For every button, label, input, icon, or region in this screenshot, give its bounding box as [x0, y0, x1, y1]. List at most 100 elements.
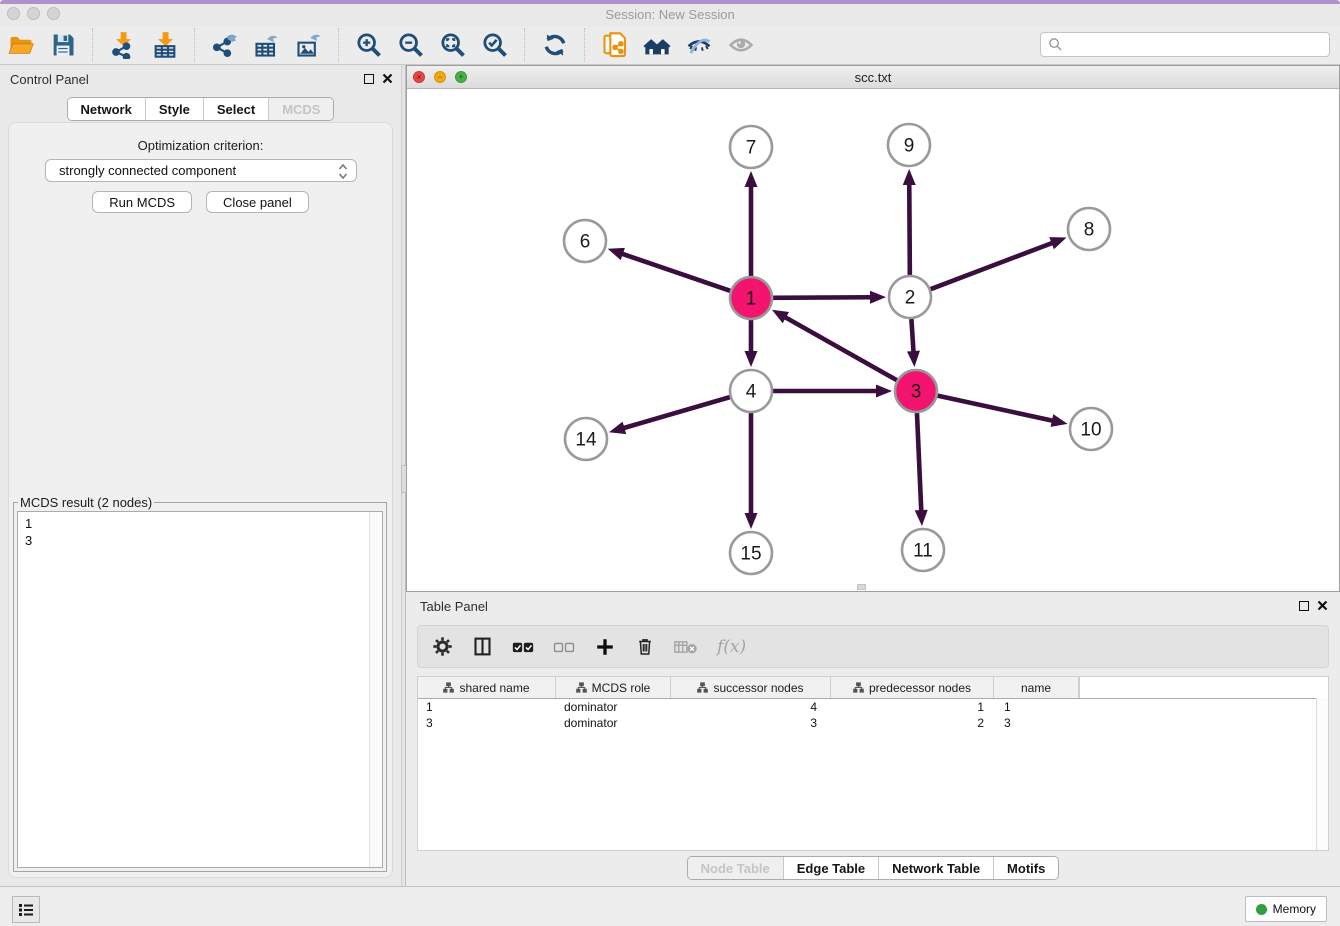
graph-node-4[interactable]: 4	[730, 370, 772, 412]
graph-edge-2-9[interactable]	[903, 169, 916, 275]
refresh-layout-icon[interactable]	[540, 30, 570, 60]
table-cell: 2	[831, 716, 994, 730]
graph-edge-3-1[interactable]	[772, 310, 897, 380]
memory-label: Memory	[1273, 902, 1316, 916]
clone-network-icon[interactable]	[600, 30, 630, 60]
open-session-icon[interactable]	[6, 30, 36, 60]
float-table-panel-icon[interactable]	[1299, 601, 1309, 611]
tab-style[interactable]: Style	[145, 98, 203, 120]
tab-select[interactable]: Select	[203, 98, 268, 120]
zoom-fit-icon[interactable]	[438, 30, 468, 60]
first-neighbors-icon[interactable]	[642, 30, 672, 60]
table-panel: Table Panel	[406, 592, 1340, 886]
zoom-in-icon[interactable]	[354, 30, 384, 60]
graph-edge-1-2[interactable]	[773, 291, 886, 304]
tab-network[interactable]: Network	[68, 98, 145, 120]
graph-edge-2-8[interactable]	[931, 237, 1067, 289]
graph-node-14[interactable]: 14	[565, 418, 607, 460]
tab-node-table[interactable]: Node Table	[688, 857, 783, 879]
mcds-result-box: 1 3	[17, 511, 383, 868]
search-box	[1040, 32, 1330, 57]
graph-node-9[interactable]: 9	[888, 124, 930, 166]
graph-edge-1-7[interactable]	[745, 171, 758, 276]
table-row[interactable]: 3dominator323	[418, 715, 1328, 731]
network-canvas-svg: 7 9 6 8 1 2 4 3 14 10 15 11	[407, 89, 1339, 591]
network-window-resize-grip[interactable]	[857, 584, 866, 590]
titlebar: Session: New Session	[0, 4, 1340, 26]
graph-node-8[interactable]: 8	[1068, 208, 1110, 250]
graph-node-label: 8	[1084, 220, 1095, 241]
sort-icon	[576, 682, 587, 693]
table-row[interactable]: 1dominator411	[418, 699, 1328, 715]
select-stepper-icon	[336, 162, 350, 184]
column-header-MCDS-role[interactable]: MCDS role	[556, 677, 671, 698]
search-input[interactable]	[1063, 37, 1329, 52]
graph-edge-4-15[interactable]	[745, 413, 758, 529]
table-cell: 4	[671, 700, 831, 714]
tab-motifs[interactable]: Motifs	[993, 857, 1058, 879]
mcds-tab-content: Optimization criterion: strongly connect…	[8, 122, 393, 878]
graph-node-10[interactable]: 10	[1070, 408, 1112, 450]
graph-edge-4-14[interactable]	[609, 397, 730, 434]
graph-node-1[interactable]: 1	[730, 277, 772, 319]
graph-node-label: 11	[913, 541, 933, 562]
add-column-icon[interactable]	[594, 636, 616, 658]
graph-node-11[interactable]: 11	[902, 529, 944, 571]
zoom-selected-icon[interactable]	[480, 30, 510, 60]
toolbar-separator	[92, 28, 94, 62]
table-cell: 3	[994, 716, 1079, 730]
main-toolbar	[0, 26, 1340, 65]
graph-edge-1-4[interactable]	[745, 320, 758, 367]
optimization-criterion-select[interactable]: strongly connected component	[45, 159, 357, 182]
table-scrollbar[interactable]	[1316, 698, 1328, 850]
task-history-button[interactable]	[12, 896, 40, 923]
hide-selected-icon[interactable]	[684, 30, 714, 60]
settings-gear-icon[interactable]	[432, 636, 453, 657]
graph-node-2[interactable]: 2	[889, 276, 931, 318]
graph-edge-3-11[interactable]	[915, 413, 928, 526]
control-panel-tabs: NetworkStyleSelectMCDS	[67, 97, 335, 121]
export-network-icon[interactable]	[210, 30, 240, 60]
search-icon	[1048, 37, 1063, 52]
import-table-icon[interactable]	[150, 30, 180, 60]
float-panel-icon[interactable]	[364, 74, 374, 84]
close-table-panel-icon[interactable]	[1317, 600, 1328, 611]
tab-network-table[interactable]: Network Table	[878, 857, 993, 879]
graph-edge-3-10[interactable]	[937, 396, 1067, 427]
graph-edge-2-3[interactable]	[907, 319, 920, 367]
graph-edge-4-3[interactable]	[773, 385, 892, 398]
export-table-icon[interactable]	[252, 30, 282, 60]
import-network-icon[interactable]	[108, 30, 138, 60]
mcds-result-text: 1 3	[18, 512, 369, 867]
column-header-name[interactable]: name	[994, 677, 1079, 698]
zoom-out-icon[interactable]	[396, 30, 426, 60]
control-panel: Control Panel NetworkStyleSelectMCDS Opt…	[0, 65, 401, 886]
save-session-icon[interactable]	[48, 30, 78, 60]
network-window-title: scc.txt	[407, 70, 1339, 85]
close-panel-icon[interactable]	[382, 73, 393, 84]
tab-mcds[interactable]: MCDS	[268, 98, 333, 120]
toolbar-separator	[194, 28, 196, 62]
graph-node-label: 6	[580, 232, 591, 253]
graph-node-3[interactable]: 3	[895, 370, 937, 412]
column-header-successor-nodes[interactable]: successor nodes	[671, 677, 831, 698]
export-image-icon[interactable]	[294, 30, 324, 60]
graph-node-7[interactable]: 7	[730, 126, 772, 168]
mcds-result-scrollbar[interactable]	[369, 512, 382, 867]
graph-edge-1-6[interactable]	[608, 248, 730, 291]
toggle-column-view-icon[interactable]	[472, 636, 493, 657]
close-panel-button[interactable]: Close panel	[206, 191, 309, 213]
column-header-shared-name[interactable]: shared name	[418, 677, 556, 698]
tab-edge-table[interactable]: Edge Table	[783, 857, 878, 879]
graph-node-6[interactable]: 6	[564, 220, 606, 262]
select-all-rows-icon[interactable]	[512, 638, 534, 656]
graph-node-15[interactable]: 15	[730, 532, 772, 574]
status-bar: Memory	[0, 886, 1340, 926]
delete-columns-icon[interactable]	[635, 636, 655, 657]
deselect-all-rows-icon[interactable]	[553, 638, 575, 656]
run-mcds-button[interactable]: Run MCDS	[92, 191, 192, 213]
network-canvas[interactable]: 7 9 6 8 1 2 4 3 14 10 15 11	[407, 89, 1339, 591]
function-builder-icon: f(x)	[717, 637, 746, 657]
column-header-predecessor-nodes[interactable]: predecessor nodes	[831, 677, 994, 698]
memory-button[interactable]: Memory	[1245, 896, 1327, 922]
